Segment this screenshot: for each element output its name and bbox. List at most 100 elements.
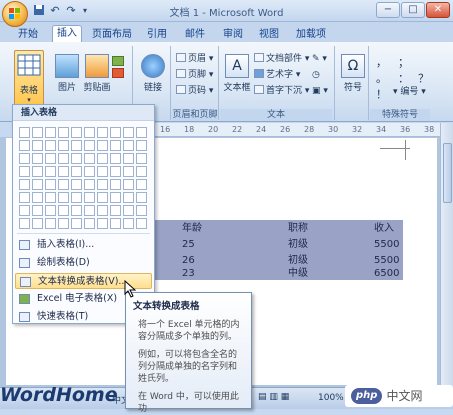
zoom-level[interactable]: 100% [318,393,344,403]
grid-cell[interactable] [58,218,69,229]
grid-cell[interactable] [71,192,82,203]
grid-cell[interactable] [19,166,30,177]
grid-cell[interactable] [136,179,147,190]
colon-symbol[interactable]: ： [398,70,409,86]
grid-cell[interactable] [58,127,69,138]
datetime-icon[interactable]: ◷ [312,69,320,82]
grid-cell[interactable] [32,127,43,138]
grid-cell[interactable] [123,140,134,151]
grid-cell[interactable] [97,166,108,177]
office-button[interactable] [2,1,28,27]
grid-cell[interactable] [136,205,147,216]
tab-review[interactable]: 审阅 [220,27,246,42]
horizontal-ruler[interactable]: 16 18 20 22 24 26 28 30 32 34 36 38 [150,123,453,137]
grid-cell[interactable] [84,153,95,164]
grid-cell[interactable] [84,192,95,203]
tab-home[interactable]: 开始 [14,27,42,42]
grid-cell[interactable] [110,192,121,203]
signature-line-icon[interactable]: ✎ ▾ [312,53,327,66]
grid-cell[interactable] [32,140,43,151]
grid-cell[interactable] [58,140,69,151]
grid-cell[interactable] [123,205,134,216]
page-number-button[interactable]: 页码 ▾ [176,85,213,98]
grid-cell[interactable] [97,140,108,151]
tab-addins[interactable]: 加载项 [293,27,329,42]
grid-cell[interactable] [58,166,69,177]
grid-cell[interactable] [45,218,56,229]
grid-cell[interactable] [45,205,56,216]
grid-cell[interactable] [71,179,82,190]
grid-cell[interactable] [97,192,108,203]
table-grid-picker[interactable] [19,127,147,239]
numbering-button[interactable]: ▾ 编号 ▾ [393,86,426,99]
picture-button[interactable]: 图片 [52,54,82,100]
grid-cell[interactable] [84,218,95,229]
grid-cell[interactable] [19,127,30,138]
grid-cell[interactable] [136,127,147,138]
grid-cell[interactable] [32,218,43,229]
link-button[interactable]: 链接 [138,54,168,100]
close-button[interactable]: ✕ [426,2,450,18]
grid-cell[interactable] [123,179,134,190]
vertical-scrollbar[interactable] [440,123,453,387]
grid-cell[interactable] [45,179,56,190]
shapes-smartart-icons[interactable] [110,54,126,94]
grid-cell[interactable] [97,205,108,216]
grid-cell[interactable] [71,218,82,229]
grid-cell[interactable] [123,192,134,203]
grid-cell[interactable] [136,192,147,203]
grid-cell[interactable] [45,127,56,138]
grid-cell[interactable] [84,140,95,151]
grid-cell[interactable] [136,166,147,177]
grid-cell[interactable] [123,218,134,229]
grid-cell[interactable] [84,166,95,177]
question-symbol[interactable]: ？ [418,70,429,86]
grid-cell[interactable] [110,218,121,229]
semicolon-symbol[interactable]: ； [398,54,409,70]
scrollbar-thumb[interactable] [443,143,452,203]
symbol-button[interactable]: Ω 符号 [338,54,368,100]
tab-references[interactable]: 引用 [144,27,170,42]
grid-cell[interactable] [58,192,69,203]
grid-cell[interactable] [123,127,134,138]
grid-cell[interactable] [45,166,56,177]
grid-cell[interactable] [32,192,43,203]
view-buttons-icon[interactable]: ▤ ▥ ▦ [258,392,289,402]
tab-page-layout[interactable]: 页面布局 [90,27,134,42]
grid-cell[interactable] [136,218,147,229]
tab-mailings[interactable]: 邮件 [182,27,208,42]
grid-cell[interactable] [19,205,30,216]
grid-cell[interactable] [71,153,82,164]
grid-cell[interactable] [110,166,121,177]
grid-cell[interactable] [58,205,69,216]
grid-cell[interactable] [84,179,95,190]
grid-cell[interactable] [97,218,108,229]
dropcap-button[interactable]: 首字下沉 ▾ [254,85,309,98]
grid-cell[interactable] [110,179,121,190]
grid-cell[interactable] [32,205,43,216]
grid-cell[interactable] [136,153,147,164]
grid-cell[interactable] [58,153,69,164]
grid-cell[interactable] [19,179,30,190]
grid-cell[interactable] [19,218,30,229]
grid-cell[interactable] [32,166,43,177]
comma-symbol[interactable]: ， [376,54,387,70]
grid-cell[interactable] [71,166,82,177]
header-button[interactable]: 页眉 ▾ [176,53,213,66]
grid-cell[interactable] [110,140,121,151]
clipart-button[interactable]: 剪贴画 [82,54,112,100]
grid-cell[interactable] [84,127,95,138]
object-icon[interactable]: ▣ ▾ [312,85,328,98]
grid-cell[interactable] [45,153,56,164]
grid-cell[interactable] [32,179,43,190]
maximize-button[interactable]: □ [401,2,425,18]
exclamation-symbol[interactable]: ！ [376,86,387,102]
grid-cell[interactable] [71,205,82,216]
tab-view[interactable]: 视图 [256,27,282,42]
grid-cell[interactable] [123,166,134,177]
grid-cell[interactable] [19,140,30,151]
textbox-button[interactable]: A 文本框 [222,54,252,100]
grid-cell[interactable] [136,140,147,151]
docparts-button[interactable]: 文档部件 ▾ [254,53,309,66]
minimize-button[interactable]: − [376,2,400,18]
